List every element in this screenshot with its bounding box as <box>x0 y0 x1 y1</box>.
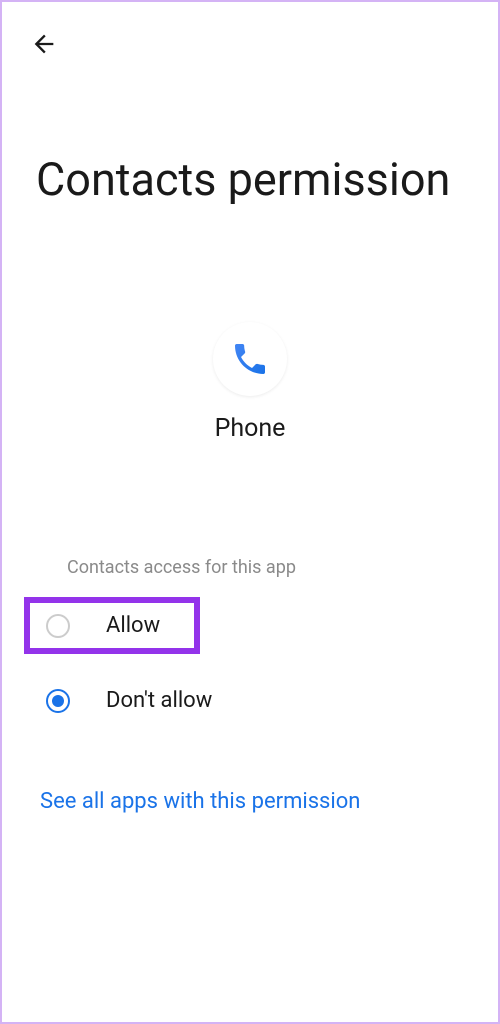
back-button[interactable] <box>26 26 62 62</box>
phone-icon <box>230 339 270 379</box>
radio-option-allow[interactable]: Allow <box>24 597 200 654</box>
radio-label: Don't allow <box>106 688 212 713</box>
radio-circle-selected <box>46 689 70 713</box>
arrow-left-icon <box>30 30 58 58</box>
app-icon <box>213 322 287 396</box>
radio-label: Allow <box>106 613 160 638</box>
app-name: Phone <box>215 414 286 443</box>
section-label: Contacts access for this app <box>67 557 296 578</box>
page-title: Contacts permission <box>36 152 450 208</box>
see-all-apps-link[interactable]: See all apps with this permission <box>40 789 360 814</box>
radio-group: Allow Don't allow <box>24 597 476 731</box>
radio-circle-unselected <box>46 614 70 638</box>
radio-option-dont-allow[interactable]: Don't allow <box>24 670 476 731</box>
app-section: Phone <box>2 322 498 443</box>
